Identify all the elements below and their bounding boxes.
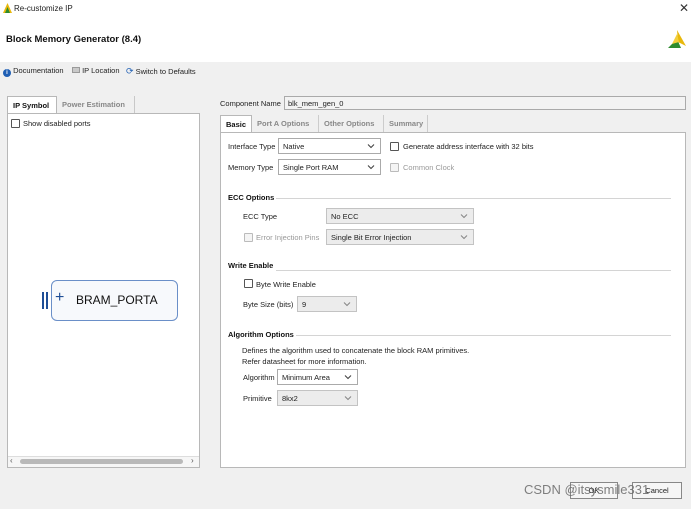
documentation-label: Documentation [13,66,64,75]
memory-type-select[interactable]: Single Port RAM [278,159,381,175]
chevron-down-icon [367,163,375,171]
ecc-type-value: No ECC [331,212,359,221]
csdn-watermark: CSDN @itsysmile331 [524,482,650,497]
error-injection-checkbox[interactable] [244,233,253,242]
chevron-down-icon [344,394,352,402]
tab-power-estimation[interactable]: Power Estimation [57,96,135,114]
expand-interface-icon[interactable]: + [55,290,64,306]
ip-location-label: IP Location [82,66,120,75]
error-injection-value: Single Bit Error Injection [331,233,412,242]
chevron-down-icon [460,233,468,241]
primitive-value: 8kx2 [282,394,298,403]
tab-other-options[interactable]: Other Options [319,115,384,133]
component-name-label: Component Name [220,99,281,108]
bus-interface-bar [42,292,44,309]
chevron-down-icon [344,373,352,381]
scroll-right-icon[interactable]: › [191,456,194,465]
bram-porta-label: BRAM_PORTA [76,293,158,307]
write-enable-title: Write Enable [228,261,274,270]
window-title: Re-customize IP [14,4,73,13]
component-name-input[interactable]: blk_mem_gen_0 [284,96,686,110]
section-divider [276,270,671,271]
show-disabled-ports-label: Show disabled ports [23,119,91,128]
error-injection-select[interactable]: Single Bit Error Injection [326,229,474,245]
ecc-type-select[interactable]: No ECC [326,208,474,224]
page-title: Block Memory Generator (8.4) [6,34,142,45]
section-divider [276,198,671,199]
interface-type-value: Native [283,142,305,151]
byte-size-select[interactable]: 9 [297,296,357,312]
refresh-icon: ⟳ [126,66,134,76]
memory-type-label: Memory Type [228,163,274,172]
window-title-bar [0,0,691,18]
algorithm-select[interactable]: Minimum Area [277,369,358,385]
ecc-options-title: ECC Options [228,193,275,202]
algorithm-options-title: Algorithm Options [228,330,294,339]
chevron-down-icon [460,212,468,220]
tab-summary[interactable]: Summary [384,115,428,133]
byte-size-label: Byte Size (bits) [243,300,294,309]
close-icon[interactable]: ✕ [679,1,689,15]
algorithm-description-note: Refer datasheet for more information. [242,357,367,366]
tab-ip-symbol[interactable]: IP Symbol [7,96,57,114]
byte-size-value: 9 [302,300,307,309]
tab-basic[interactable]: Basic [220,115,252,133]
primitive-select[interactable]: 8kx2 [277,390,358,406]
tab-port-a-options[interactable]: Port A Options [252,115,319,133]
algorithm-description: Defines the algorithm used to concatenat… [242,346,470,355]
memory-type-value: Single Port RAM [283,163,339,172]
generate-address-checkbox[interactable] [390,142,399,151]
chevron-down-icon [343,300,351,308]
error-injection-label: Error Injection Pins [256,233,320,242]
switch-to-defaults-button[interactable]: ⟳ Switch to Defaults [126,66,196,77]
documentation-button[interactable]: i Documentation [3,66,64,77]
primitive-label: Primitive [243,394,272,403]
generate-address-label: Generate address interface with 32 bits [403,142,534,151]
show-disabled-ports-checkbox[interactable] [11,119,20,128]
algorithm-label: Algorithm [243,373,275,382]
algorithm-value: Minimum Area [282,373,330,382]
folder-icon [72,67,80,73]
interface-type-select[interactable]: Native [278,138,381,154]
scroll-left-icon[interactable]: ‹ [10,456,13,465]
common-clock-label: Common Clock [403,163,455,172]
common-clock-checkbox[interactable] [390,163,399,172]
ecc-type-label: ECC Type [243,212,278,221]
byte-write-enable-label: Byte Write Enable [256,280,316,289]
switch-defaults-label: Switch to Defaults [135,67,196,76]
section-divider [296,335,671,336]
byte-write-enable-checkbox[interactable] [244,279,253,288]
ip-location-button[interactable]: IP Location [72,66,119,75]
app-small-logo-icon [3,3,12,15]
vivado-logo-icon [668,30,686,50]
info-icon: i [3,69,11,77]
bus-interface-bar [46,292,48,309]
chevron-down-icon [367,142,375,150]
scrollbar-thumb[interactable] [20,459,183,464]
interface-type-label: Interface Type [228,142,276,151]
